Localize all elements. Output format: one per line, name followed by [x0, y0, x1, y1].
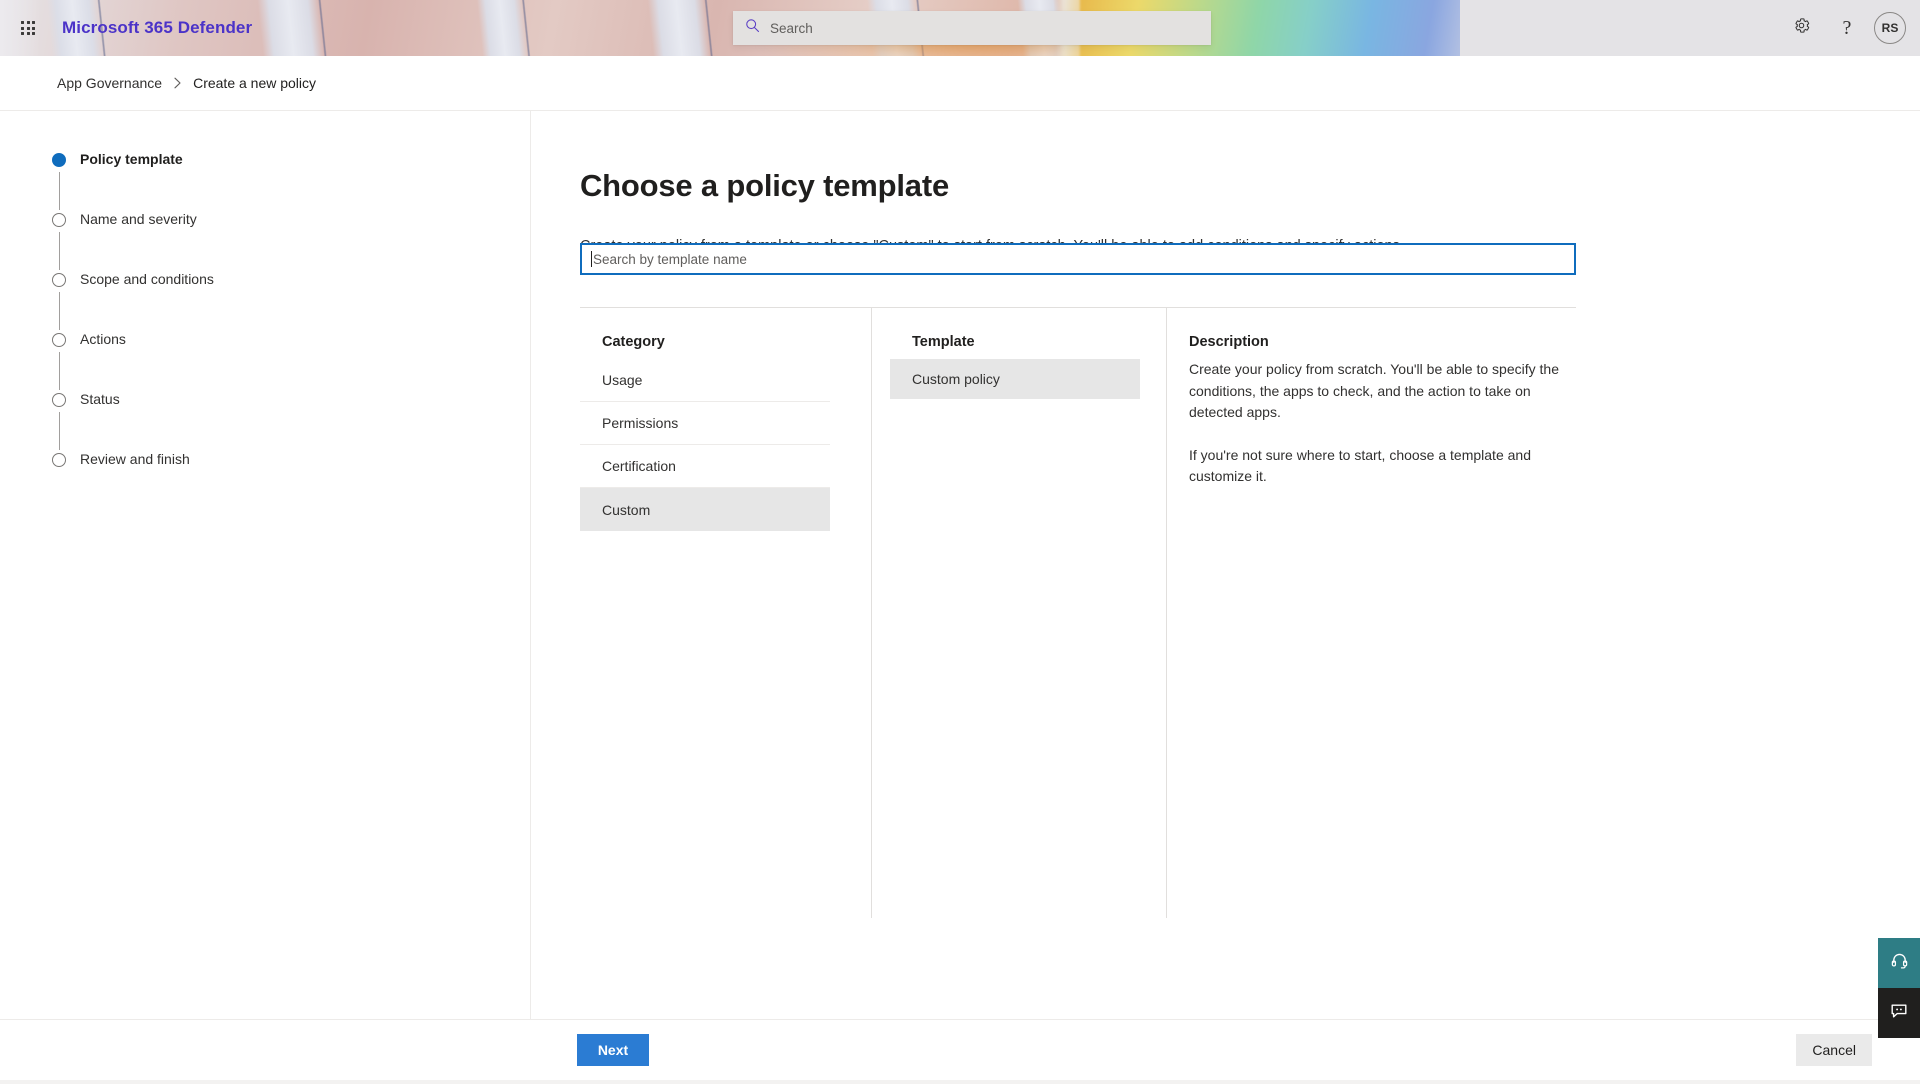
global-search-box[interactable]: Search — [733, 11, 1211, 45]
breadcrumb-link-app-governance[interactable]: App Governance — [57, 75, 162, 91]
category-item-permissions[interactable]: Permissions — [580, 402, 830, 445]
template-search-placeholder: Search by template name — [593, 251, 747, 267]
template-picker-panels: Category Usage Permissions Certification… — [580, 307, 1576, 918]
text-caret — [591, 251, 592, 267]
step-dot-icon — [52, 273, 66, 287]
category-item-label: Usage — [602, 372, 643, 388]
category-item-certification[interactable]: Certification — [580, 445, 830, 488]
category-heading: Category — [602, 334, 665, 350]
side-dock — [1878, 938, 1920, 1038]
step-connector — [58, 352, 60, 390]
description-heading: Description — [1189, 334, 1269, 350]
wizard-stepper: Policy template Name and severity Scope … — [0, 111, 531, 1020]
category-item-usage[interactable]: Usage — [580, 359, 830, 402]
wizard-footer: Next Cancel — [0, 1019, 1920, 1080]
step-dot-icon — [52, 453, 66, 467]
step-label: Status — [80, 391, 120, 407]
step-name-and-severity[interactable]: Name and severity — [0, 210, 530, 270]
category-list: Usage Permissions Certification Custom — [580, 359, 830, 531]
avatar-initials: RS — [1881, 21, 1899, 35]
support-button[interactable] — [1878, 938, 1920, 988]
description-paragraph-1: Create your policy from scratch. You'll … — [1189, 361, 1559, 420]
headset-icon — [1890, 951, 1909, 975]
category-item-label: Permissions — [602, 415, 679, 431]
search-icon — [745, 18, 760, 38]
breadcrumb-current: Create a new policy — [193, 75, 317, 91]
step-label: Actions — [80, 331, 126, 347]
step-connector — [58, 232, 60, 270]
feedback-button[interactable] — [1878, 988, 1920, 1038]
step-review-and-finish[interactable]: Review and finish — [0, 450, 530, 510]
template-item-label: Custom policy — [912, 371, 1000, 387]
description-column: Description Create your policy from scra… — [1166, 308, 1576, 918]
step-label: Name and severity — [80, 211, 197, 227]
step-connector — [58, 172, 60, 210]
template-list: Custom policy — [890, 359, 1140, 399]
app-launcher-button[interactable] — [12, 12, 44, 44]
step-dot-icon — [52, 393, 66, 407]
waffle-icon — [21, 21, 35, 35]
step-status[interactable]: Status — [0, 390, 530, 450]
chevron-right-icon — [173, 77, 182, 89]
step-scope-and-conditions[interactable]: Scope and conditions — [0, 270, 530, 330]
template-heading: Template — [912, 334, 975, 350]
brand-title[interactable]: Microsoft 365 Defender — [62, 0, 252, 56]
main-content: Choose a policy template Create your pol… — [532, 111, 1920, 1020]
breadcrumb: App Governance Create a new policy — [0, 56, 1920, 110]
step-dot-filled-icon — [52, 153, 66, 167]
help-button[interactable]: ? — [1824, 4, 1870, 52]
template-column: Template Custom policy — [871, 308, 1166, 918]
feedback-chat-icon — [1889, 1001, 1909, 1026]
template-search-input[interactable]: Search by template name — [580, 243, 1576, 275]
next-button[interactable]: Next — [577, 1034, 649, 1066]
settings-button[interactable] — [1778, 4, 1824, 52]
category-item-label: Custom — [602, 501, 651, 518]
page-title: Choose a policy template — [580, 167, 950, 203]
step-dot-icon — [52, 213, 66, 227]
gear-icon — [1792, 16, 1811, 40]
category-item-custom[interactable]: Custom — [580, 488, 830, 531]
cancel-button[interactable]: Cancel — [1796, 1034, 1872, 1066]
step-connector — [58, 412, 60, 450]
description-paragraph-2: If you're not sure where to start, choos… — [1189, 446, 1531, 485]
step-policy-template[interactable]: Policy template — [0, 150, 530, 210]
step-connector — [58, 292, 60, 330]
step-label: Scope and conditions — [80, 271, 214, 287]
template-item-custom-policy[interactable]: Custom policy — [890, 359, 1140, 399]
wizard-body: Policy template Name and severity Scope … — [0, 110, 1920, 1020]
category-column: Category Usage Permissions Certification… — [580, 308, 871, 918]
step-label: Review and finish — [80, 451, 190, 467]
category-item-label: Certification — [602, 458, 676, 474]
step-dot-icon — [52, 333, 66, 347]
header-actions: ? RS — [1778, 0, 1912, 56]
question-mark-icon: ? — [1842, 17, 1852, 39]
step-actions[interactable]: Actions — [0, 330, 530, 390]
avatar[interactable]: RS — [1874, 12, 1906, 44]
suite-header: Microsoft 365 Defender Search ? RS — [0, 0, 1920, 56]
step-label: Policy template — [80, 151, 183, 167]
global-search-placeholder: Search — [770, 20, 813, 36]
